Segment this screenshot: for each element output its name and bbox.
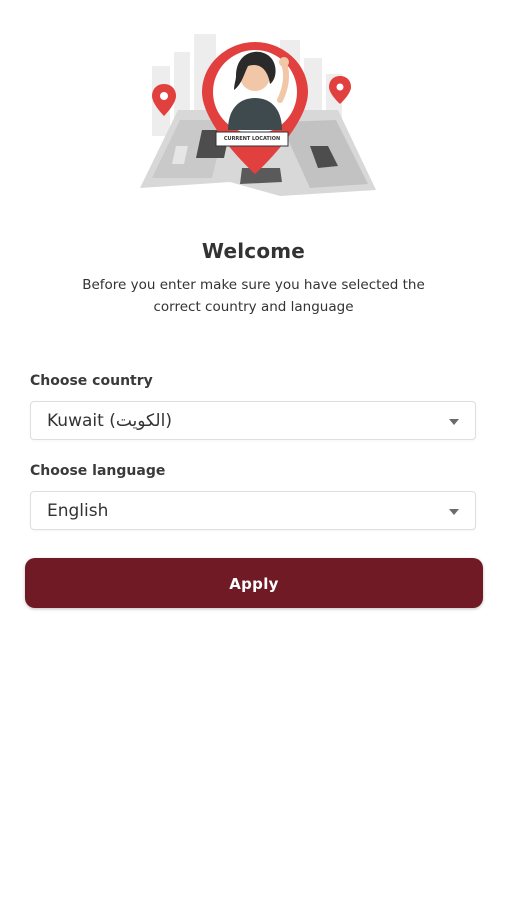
chevron-down-icon	[449, 509, 459, 515]
current-location-badge-text: CURRENT LOCATION	[223, 136, 281, 142]
subtitle-line-1: Before you enter make sure you have sele…	[82, 277, 425, 293]
language-label: Choose language	[30, 463, 166, 479]
country-label: Choose country	[30, 373, 153, 389]
country-select-value: Kuwait (الكويت)	[47, 411, 172, 431]
language-select[interactable]: English	[30, 491, 476, 530]
chevron-down-icon	[449, 419, 459, 425]
subtitle-line-2: correct country and language	[153, 299, 354, 315]
welcome-title: Welcome	[201, 239, 306, 263]
country-select[interactable]: Kuwait (الكويت)	[30, 401, 476, 440]
welcome-subtitle: Before you enter make sure you have sele…	[40, 274, 467, 318]
apply-button[interactable]: Apply	[25, 558, 483, 608]
language-select-value: English	[47, 501, 109, 521]
location-illustration: CURRENT LOCATION	[130, 18, 380, 200]
